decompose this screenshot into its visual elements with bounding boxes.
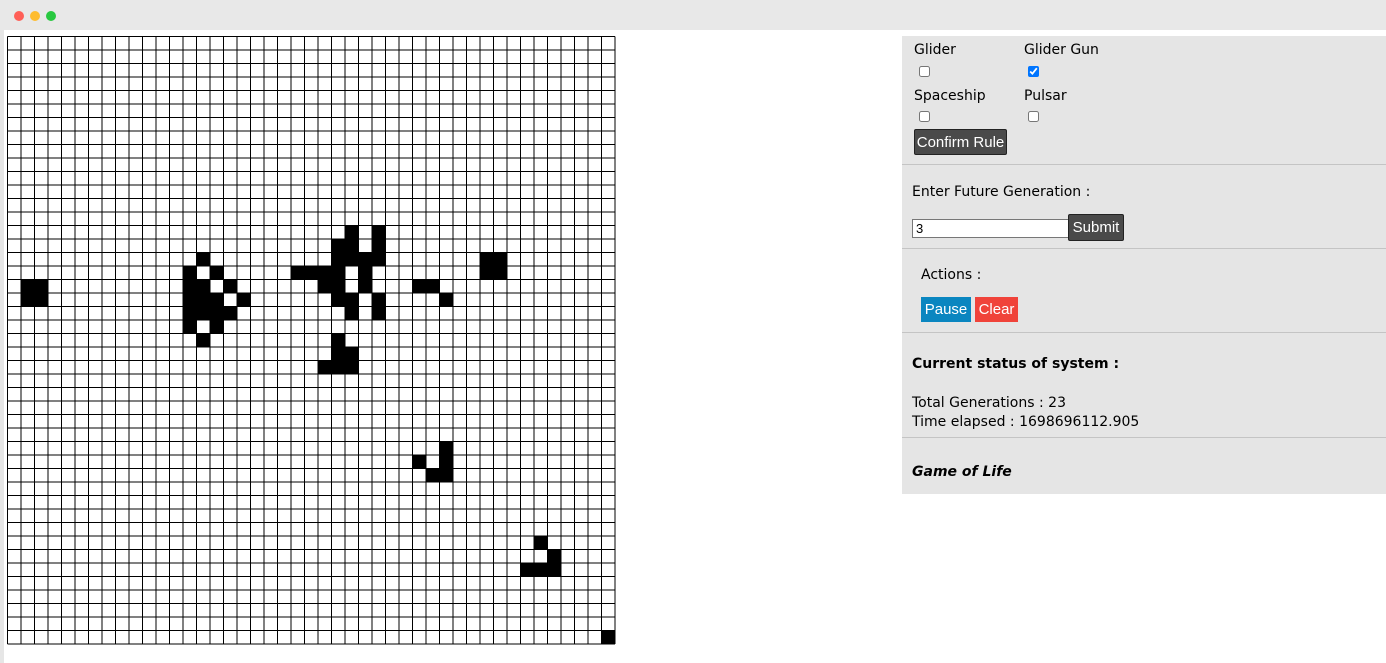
alive-cell[interactable] <box>183 306 197 321</box>
alive-cell[interactable] <box>196 293 211 307</box>
alive-cell[interactable] <box>534 536 548 550</box>
actions-heading: Actions : <box>921 267 982 283</box>
alive-cell[interactable] <box>210 293 224 307</box>
alive-cell[interactable] <box>318 360 332 375</box>
future-generation-input[interactable] <box>912 219 1070 238</box>
alive-cell[interactable] <box>331 333 346 348</box>
alive-cell[interactable] <box>291 266 305 280</box>
alive-cell[interactable] <box>345 239 359 253</box>
glider-gun-checkbox[interactable] <box>1028 66 1039 77</box>
alive-cell[interactable] <box>439 293 454 307</box>
alive-cell[interactable] <box>439 455 454 469</box>
window-titlebar <box>0 0 1386 30</box>
alive-cell[interactable] <box>372 252 386 267</box>
alive-cell[interactable] <box>372 293 386 307</box>
alive-cell[interactable] <box>196 333 211 348</box>
alive-cell[interactable] <box>439 441 454 456</box>
close-window-icon[interactable] <box>14 11 24 21</box>
alive-cell[interactable] <box>318 266 332 280</box>
alive-cell[interactable] <box>547 563 562 577</box>
alive-cell[interactable] <box>345 306 359 321</box>
alive-cell[interactable] <box>237 293 251 307</box>
alive-cell[interactable] <box>210 306 224 321</box>
game-title: Game of Life <box>912 464 1012 480</box>
divider <box>902 248 1386 249</box>
alive-cell[interactable] <box>547 549 562 564</box>
alive-cell[interactable] <box>34 293 49 307</box>
alive-cell[interactable] <box>493 266 508 280</box>
spaceship-checkbox[interactable] <box>919 111 930 122</box>
alive-cell[interactable] <box>331 360 346 375</box>
alive-cell[interactable] <box>210 266 224 280</box>
confirm-rule-button[interactable]: Confirm Rule <box>914 129 1007 155</box>
alive-cell[interactable] <box>412 279 427 294</box>
alive-cell[interactable] <box>345 225 359 240</box>
alive-cell[interactable] <box>601 630 616 645</box>
alive-cell[interactable] <box>21 279 35 294</box>
alive-cell[interactable] <box>426 468 440 483</box>
alive-cell[interactable] <box>345 293 359 307</box>
grid-background <box>7 36 615 644</box>
alive-cell[interactable] <box>520 563 535 577</box>
alive-cell[interactable] <box>183 279 197 294</box>
alive-cell[interactable] <box>210 320 224 334</box>
alive-cell[interactable] <box>372 239 386 253</box>
clear-button[interactable]: Clear <box>975 297 1018 322</box>
alive-cell[interactable] <box>493 252 508 267</box>
alive-cell[interactable] <box>331 347 346 361</box>
divider <box>902 332 1386 333</box>
alive-cell[interactable] <box>196 306 211 321</box>
alive-cell[interactable] <box>480 266 494 280</box>
alive-cell[interactable] <box>426 279 440 294</box>
alive-cell[interactable] <box>183 293 197 307</box>
alive-cell[interactable] <box>331 293 346 307</box>
alive-cell[interactable] <box>358 279 373 294</box>
divider <box>902 164 1386 165</box>
submit-button[interactable]: Submit <box>1068 214 1124 241</box>
alive-cell[interactable] <box>358 266 373 280</box>
future-generation-label: Enter Future Generation : <box>912 184 1091 200</box>
divider <box>902 437 1386 438</box>
alive-cell[interactable] <box>345 347 359 361</box>
alive-cell[interactable] <box>331 252 346 267</box>
alive-cell[interactable] <box>345 252 359 267</box>
alive-cell[interactable] <box>345 360 359 375</box>
alive-cell[interactable] <box>372 306 386 321</box>
alive-cell[interactable] <box>480 252 494 267</box>
alive-cell[interactable] <box>183 266 197 280</box>
glider-label: Glider <box>914 42 956 58</box>
alive-cell[interactable] <box>331 266 346 280</box>
alive-cell[interactable] <box>196 279 211 294</box>
alive-cell[interactable] <box>534 563 548 577</box>
alive-cell[interactable] <box>439 468 454 483</box>
maximize-window-icon[interactable] <box>46 11 56 21</box>
glider-checkbox[interactable] <box>919 66 930 77</box>
game-grid[interactable] <box>7 36 619 648</box>
glider-gun-label: Glider Gun <box>1024 42 1099 58</box>
pulsar-label: Pulsar <box>1024 88 1067 104</box>
alive-cell[interactable] <box>223 306 238 321</box>
alive-cell[interactable] <box>21 293 35 307</box>
spaceship-label: Spaceship <box>914 88 986 104</box>
page-content: Glider Glider Gun Spaceship Pulsar Confi… <box>4 30 1386 663</box>
time-elapsed-text: Time elapsed : 1698696112.905 <box>912 414 1140 430</box>
alive-cell[interactable] <box>304 266 319 280</box>
alive-cell[interactable] <box>223 279 238 294</box>
alive-cell[interactable] <box>331 239 346 253</box>
control-panel: Glider Glider Gun Spaceship Pulsar Confi… <box>902 36 1386 494</box>
pulsar-checkbox[interactable] <box>1028 111 1039 122</box>
alive-cell[interactable] <box>372 225 386 240</box>
alive-cell[interactable] <box>196 252 211 267</box>
status-heading: Current status of system : <box>912 356 1120 372</box>
total-generations-text: Total Generations : 23 <box>912 395 1066 411</box>
alive-cell[interactable] <box>34 279 49 294</box>
alive-cell[interactable] <box>318 279 332 294</box>
pause-button[interactable]: Pause <box>921 297 971 322</box>
alive-cell[interactable] <box>331 279 346 294</box>
alive-cell[interactable] <box>412 455 427 469</box>
alive-cell[interactable] <box>358 252 373 267</box>
alive-cell[interactable] <box>183 320 197 334</box>
minimize-window-icon[interactable] <box>30 11 40 21</box>
